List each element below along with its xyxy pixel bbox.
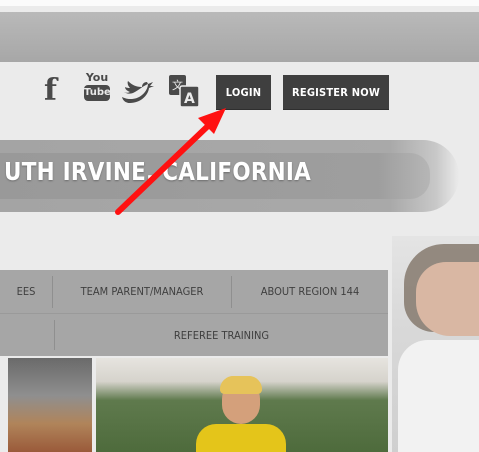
annotation-arrow-icon <box>115 108 226 215</box>
